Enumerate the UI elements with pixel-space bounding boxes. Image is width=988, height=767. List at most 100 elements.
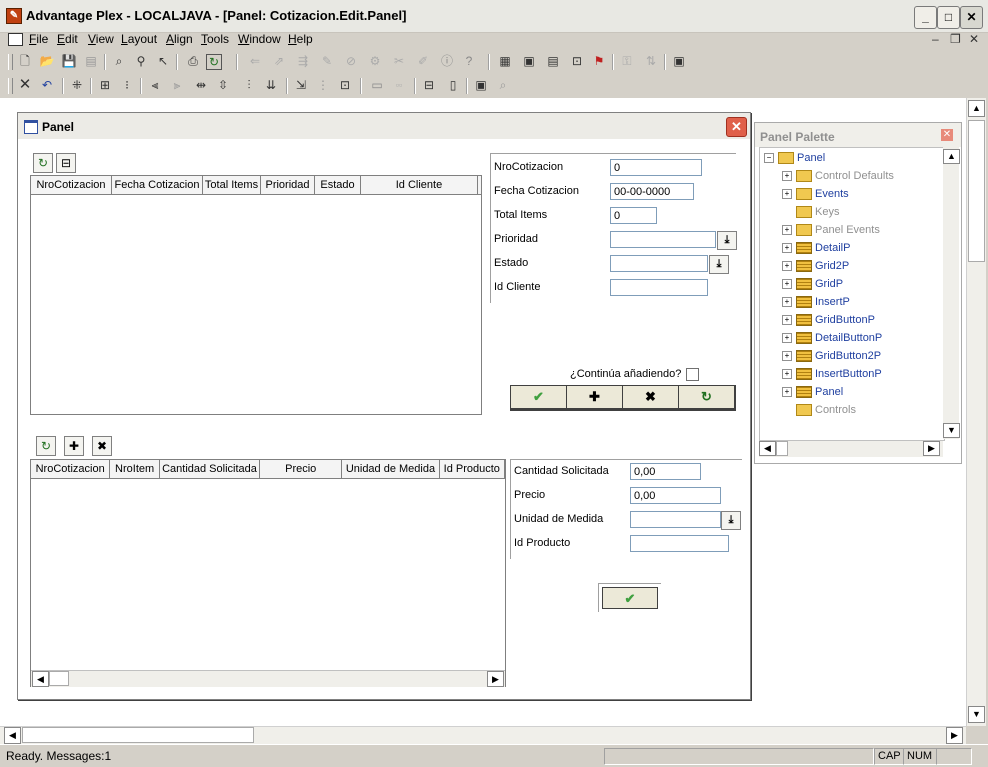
pointer-icon[interactable]: ↖	[154, 52, 172, 70]
refresh-icon[interactable]: ↻	[206, 54, 222, 70]
tab-order-icon[interactable]: ⇲	[292, 76, 310, 94]
palette-item[interactable]: + Control Defaults	[782, 170, 894, 183]
column-header[interactable]: NroCotizacion	[31, 176, 112, 194]
fecha-cotizacion-field[interactable]: 00-00-0000	[610, 183, 694, 200]
palette-vertical-scrollbar[interactable]: ▲ ▼	[943, 147, 960, 439]
expand-icon[interactable]: +	[782, 171, 792, 182]
new-icon[interactable]: 🗋	[16, 52, 34, 70]
scroll-right-icon[interactable]: ▶	[923, 441, 940, 456]
continue-adding-checkbox[interactable]	[686, 368, 699, 381]
expand-icon[interactable]: +	[782, 225, 792, 236]
open-icon[interactable]: 📂	[38, 52, 56, 70]
cantidad-solicitada-field[interactable]: 0,00	[630, 463, 701, 480]
expand-icon[interactable]: +	[782, 189, 792, 200]
frame-icon[interactable]: ▭	[368, 76, 386, 94]
palette-item[interactable]: Keys	[782, 206, 839, 219]
palette-item[interactable]: + DetailP	[782, 242, 850, 255]
key-icon[interactable]: ⚿	[618, 52, 636, 70]
grid2-add-icon[interactable]: ✚	[64, 436, 84, 456]
maximize-button[interactable]: □	[937, 6, 960, 29]
app-icon[interactable]: ✎	[6, 8, 22, 24]
menu-layout[interactable]: Layout	[121, 32, 157, 46]
menu-help[interactable]: Help	[288, 32, 313, 46]
center-icon[interactable]: ⊞	[96, 76, 114, 94]
grid1-hierarchy-icon[interactable]: ⊟	[56, 153, 76, 173]
column-header[interactable]: Fecha Cotizacion	[112, 176, 203, 194]
menu-tools[interactable]: Tools	[201, 32, 229, 46]
find-next-icon[interactable]: ⚲	[132, 52, 150, 70]
add-icon[interactable]: ✚	[567, 386, 622, 408]
column-header[interactable]: Id Producto	[440, 460, 505, 478]
estado-dropdown-icon[interactable]: ⤓	[709, 255, 729, 274]
estado-field[interactable]	[610, 255, 708, 272]
scroll-thumb[interactable]	[776, 441, 788, 456]
scroll-up-icon[interactable]: ▲	[968, 100, 985, 117]
column-header[interactable]: Estado	[315, 176, 361, 194]
scroll-right-icon[interactable]: ▶	[487, 671, 504, 687]
document-icon[interactable]	[8, 33, 23, 46]
minimize-button[interactable]: _	[914, 6, 937, 29]
menu-window[interactable]: Window	[238, 32, 281, 46]
detail2-ok-icon[interactable]: ✔	[602, 587, 658, 609]
expand-icon[interactable]: +	[782, 243, 792, 254]
menu-edit[interactable]: Edit	[57, 32, 78, 46]
id-cliente-field[interactable]	[610, 279, 708, 296]
order-icon[interactable]: ⇊	[262, 76, 280, 94]
column-header[interactable]: Unidad de Medida	[342, 460, 440, 478]
edit-icon[interactable]: ✎	[318, 52, 336, 70]
prioridad-field[interactable]	[610, 231, 716, 248]
grid2-refresh-icon[interactable]: ↻	[36, 436, 56, 456]
expand-icon[interactable]: +	[782, 387, 792, 398]
palette-item[interactable]: + GridButton2P	[782, 350, 881, 363]
prioridad-dropdown-icon[interactable]: ⤓	[717, 231, 737, 250]
align-right-icon[interactable]: ⫸	[168, 76, 186, 94]
nrocotizacion-field[interactable]: 0	[610, 159, 702, 176]
close-button[interactable]: ✕	[960, 6, 983, 29]
grid-toggle-icon[interactable]: ⋮	[314, 76, 332, 94]
space-v-icon[interactable]: ⇳	[214, 76, 232, 94]
palette-item[interactable]: + InsertP	[782, 296, 850, 309]
delete-icon[interactable]: ✕	[16, 76, 34, 94]
expand-icon[interactable]: +	[782, 297, 792, 308]
space-h-icon[interactable]: ⇹	[192, 76, 210, 94]
palette-horizontal-scrollbar[interactable]: ◀ ▶	[759, 441, 943, 457]
note-icon[interactable]: ✐	[414, 52, 432, 70]
expand-icon[interactable]: +	[782, 351, 792, 362]
mdi-close-button[interactable]: ✕	[969, 32, 979, 46]
palette-titlebar[interactable]: Panel Palette ✕	[755, 123, 961, 147]
palette-item[interactable]: + Events	[782, 188, 849, 201]
column-header[interactable]: Prioridad	[261, 176, 315, 194]
save-all-icon[interactable]: ▤	[82, 52, 100, 70]
grid1[interactable]: NroCotizacion Fecha Cotizacion Total Ite…	[30, 175, 482, 415]
zoom-icon[interactable]: ⌕	[494, 76, 512, 94]
spacing-icon[interactable]: ▫▫	[390, 76, 408, 94]
link-icon[interactable]: ⇶	[294, 52, 312, 70]
panel-close-button[interactable]: ✕	[726, 117, 747, 137]
column-header[interactable]: NroCotizacion	[31, 460, 111, 478]
tree-icon[interactable]: ⇅	[642, 52, 660, 70]
unidad-de-medida-dropdown-icon[interactable]: ⤓	[721, 511, 741, 530]
palette-item[interactable]: + GridButtonP	[782, 314, 875, 327]
print-icon[interactable]: ⎙	[184, 52, 202, 70]
scroll-thumb[interactable]	[49, 671, 69, 686]
column-header[interactable]: Id Cliente	[361, 176, 478, 194]
panel-icon[interactable]: ▦	[496, 52, 514, 70]
scroll-thumb[interactable]	[22, 727, 254, 743]
scroll-left-icon[interactable]: ◀	[759, 441, 776, 456]
expand-icon[interactable]: +	[782, 261, 792, 272]
palette-item[interactable]: + DetailButtonP	[782, 332, 882, 345]
expand-icon[interactable]: +	[782, 369, 792, 380]
column-header[interactable]: NroItem	[110, 460, 160, 478]
help-icon[interactable]: ?	[460, 52, 478, 70]
info-icon[interactable]: ⓘ	[438, 52, 456, 70]
distribute-icon[interactable]: ⫶	[240, 76, 258, 94]
button-icon[interactable]: ⊡	[568, 52, 586, 70]
expand-icon[interactable]: +	[782, 315, 792, 326]
scroll-thumb[interactable]	[968, 120, 985, 262]
expand-icon[interactable]: +	[782, 279, 792, 290]
grid2[interactable]: NroCotizacion NroItem Cantidad Solicitad…	[30, 459, 506, 687]
scroll-up-icon[interactable]: ▲	[943, 149, 960, 164]
scroll-left-icon[interactable]: ◀	[4, 727, 21, 744]
mdi-restore-button[interactable]: ❐	[950, 32, 961, 46]
cut-icon[interactable]: ✂	[390, 52, 408, 70]
